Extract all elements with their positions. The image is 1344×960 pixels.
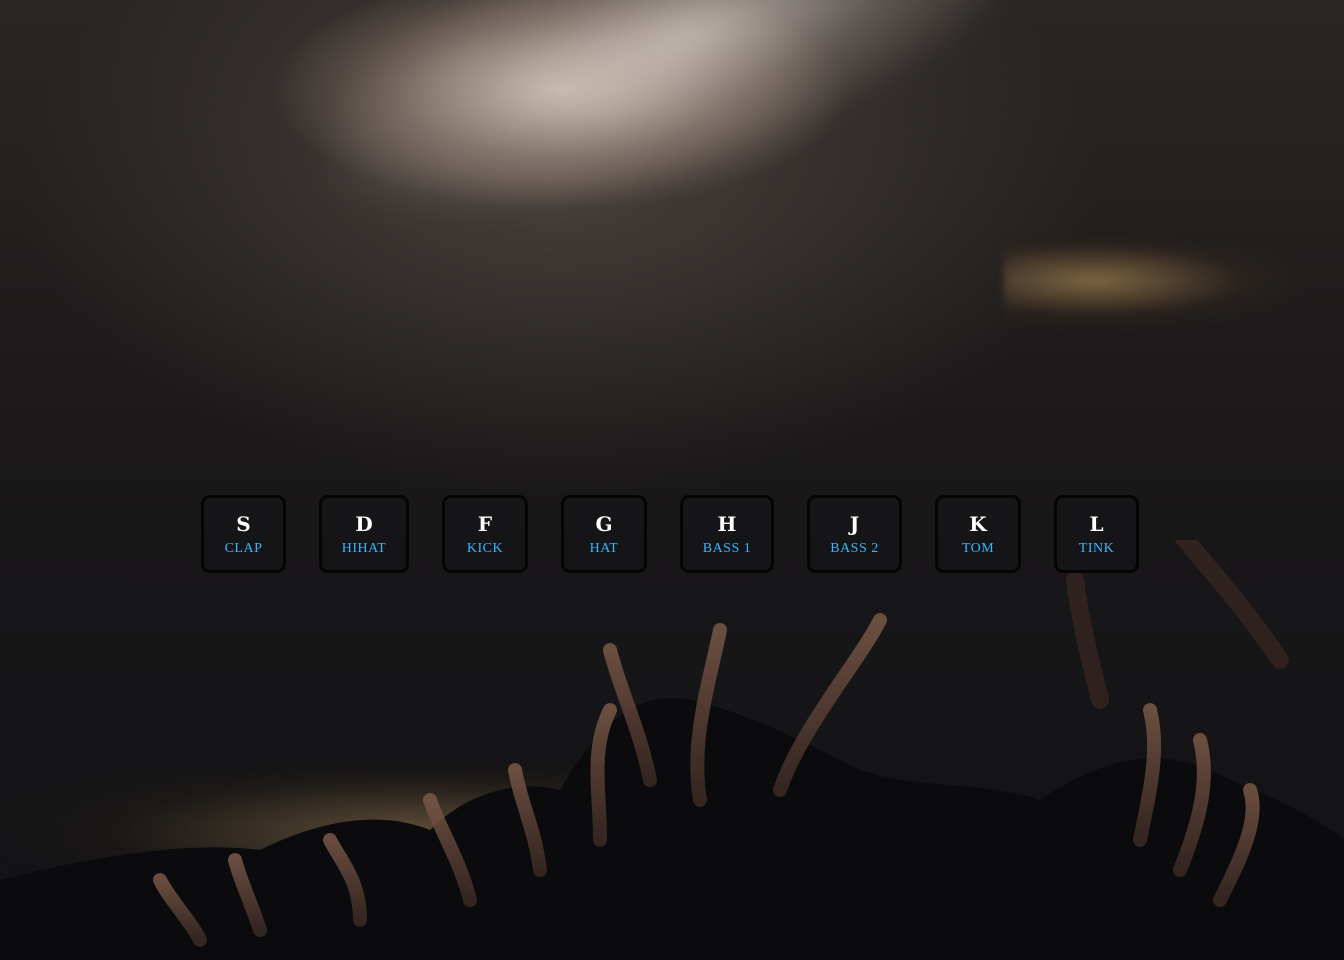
key-letter: D (355, 512, 373, 536)
key-l-tink[interactable]: L TINK (1054, 495, 1139, 573)
key-letter: G (595, 512, 613, 536)
key-k-tom[interactable]: K TOM (935, 495, 1021, 573)
key-g-hat[interactable]: G HAT (561, 495, 647, 573)
key-sound-label: KICK (466, 541, 504, 556)
key-j-bass-2[interactable]: J BASS 2 (807, 495, 902, 573)
key-sound-label: TINK (1078, 541, 1115, 556)
key-letter: L (1089, 512, 1104, 536)
key-f-kick[interactable]: F KICK (442, 495, 528, 573)
key-letter: K (969, 512, 987, 536)
key-sound-label: BASS 2 (830, 541, 879, 556)
key-d-hihat[interactable]: D HIHAT (319, 495, 409, 573)
key-sound-label: HAT (589, 541, 619, 556)
key-letter: S (236, 512, 251, 536)
crowd-silhouette (0, 540, 1344, 960)
key-letter: H (717, 512, 737, 536)
stage-light-glow (1004, 240, 1304, 330)
key-sound-label: BASS 1 (702, 541, 752, 556)
key-letter: F (477, 512, 493, 536)
spotlight-beam (276, 0, 1024, 292)
drum-keys-row: S CLAP D HIHAT F KICK G HAT H BASS 1 J B… (201, 495, 1141, 579)
key-h-bass-1[interactable]: H BASS 1 (680, 495, 774, 573)
key-s-clap[interactable]: S CLAP (201, 495, 286, 573)
key-sound-label: TOM (961, 541, 995, 556)
background-concert-photo: S CLAP D HIHAT F KICK G HAT H BASS 1 J B… (0, 0, 1344, 960)
key-sound-label: CLAP (224, 541, 263, 556)
key-sound-label: HIHAT (341, 541, 387, 556)
key-letter: J (849, 512, 860, 536)
